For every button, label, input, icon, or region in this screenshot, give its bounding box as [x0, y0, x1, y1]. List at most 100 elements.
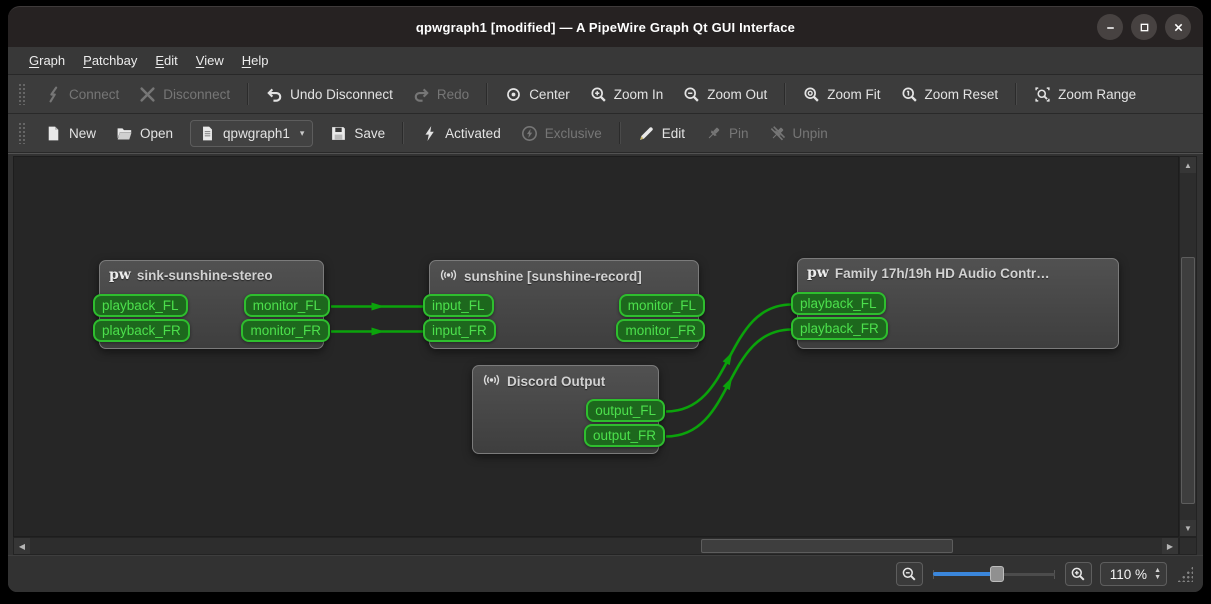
- horizontal-scrollbar[interactable]: ◀ ▶: [13, 537, 1179, 555]
- statusbar: 110 % ▲ ▼: [8, 555, 1203, 592]
- toolbar-button-label: Exclusive: [544, 125, 602, 141]
- maximize-button[interactable]: [1131, 14, 1157, 40]
- scroll-left-button[interactable]: ◀: [14, 538, 30, 554]
- port-family.playback_FL[interactable]: playback_FL: [791, 292, 886, 315]
- zoom-range-icon: [1034, 86, 1051, 103]
- toolbar-separator: [618, 122, 621, 144]
- zoom-slider[interactable]: [931, 562, 1057, 586]
- menu-view[interactable]: View: [187, 49, 233, 72]
- edit-button[interactable]: Edit: [629, 120, 694, 147]
- menu-patchbay[interactable]: Patchbay: [74, 49, 146, 72]
- port-sink.monitor_FR[interactable]: monitor_FR: [241, 319, 330, 342]
- pipewire-icon: pw: [807, 265, 829, 281]
- node-title: pw sink-sunshine-stereo: [100, 261, 323, 283]
- toolbar-button-label: Activated: [445, 125, 501, 141]
- vertical-scrollbar[interactable]: ▲ ▼: [1179, 156, 1197, 537]
- zoom-reset-button[interactable]: Zoom Reset: [892, 81, 1008, 108]
- exclusive-button[interactable]: Exclusive: [512, 120, 611, 147]
- resize-grip[interactable]: [1177, 566, 1193, 582]
- node-title: pw Family 17h/19h HD Audio Contr…: [798, 259, 1118, 281]
- new-button[interactable]: New: [36, 120, 105, 147]
- toolbar-graph: Connect Disconnect Undo Disconnect Redo Cent…: [8, 75, 1203, 114]
- zoom-out-icon: [902, 567, 916, 581]
- port-sink.monitor_FL[interactable]: monitor_FL: [243, 294, 330, 317]
- scroll-up-button[interactable]: ▲: [1180, 157, 1196, 173]
- toolbar-graph-items: Connect Disconnect Undo Disconnect Redo Cent…: [35, 81, 1146, 108]
- toolbar-separator: [247, 83, 250, 105]
- connect-icon: [45, 86, 62, 103]
- redo-button[interactable]: Redo: [404, 81, 478, 108]
- port-sunshine.input_FR[interactable]: input_FR: [423, 319, 496, 342]
- open-icon: [116, 125, 133, 142]
- window-title: qpwgraph1 [modified] — A PipeWire Graph …: [415, 19, 796, 35]
- minimize-button[interactable]: [1097, 14, 1123, 40]
- pipewire-icon: pw: [109, 267, 131, 283]
- menu-edit[interactable]: Edit: [146, 49, 186, 72]
- port-sunshine.monitor_FR[interactable]: monitor_FR: [616, 319, 705, 342]
- port-sink.playback_FR[interactable]: playback_FR: [93, 319, 190, 342]
- zoom-percent-spinbox[interactable]: 110 % ▲ ▼: [1099, 562, 1167, 586]
- app-window: qpwgraph1 [modified] — A PipeWire Graph …: [8, 6, 1203, 592]
- menubar: Graph Patchbay Edit View Help: [8, 47, 1203, 75]
- connect-button[interactable]: Connect: [36, 81, 128, 108]
- toolbar-button-label: Zoom Fit: [827, 86, 881, 102]
- toolbar-button-label: qpwgraph1: [223, 125, 290, 141]
- toolbar-button-label: Open: [140, 125, 174, 141]
- open-button[interactable]: Open: [107, 120, 182, 147]
- menu-help[interactable]: Help: [233, 49, 278, 72]
- slider-handle[interactable]: [990, 566, 1005, 582]
- spinbox-arrows[interactable]: ▲ ▼: [1154, 567, 1161, 581]
- titlebar[interactable]: qpwgraph1 [modified] — A PipeWire Graph …: [8, 7, 1203, 47]
- toolbar-button-label: Pin: [729, 125, 749, 141]
- file-icon: [199, 125, 216, 142]
- scroll-down-button[interactable]: ▼: [1180, 520, 1196, 536]
- patchbay-file-combo[interactable]: qpwgraph1 ▾: [190, 119, 314, 147]
- pin-button[interactable]: Pin: [696, 120, 758, 147]
- zoom-in-button[interactable]: [1064, 562, 1092, 586]
- activated-button[interactable]: Activated: [412, 120, 510, 147]
- toolbar-button-label: Center: [529, 86, 570, 102]
- undo-button[interactable]: Undo Disconnect: [257, 81, 402, 108]
- scroll-right-button[interactable]: ▶: [1162, 538, 1178, 554]
- spin-up-icon[interactable]: ▲: [1154, 567, 1161, 574]
- save-button[interactable]: Save: [321, 120, 394, 147]
- vertical-scrollbar-thumb[interactable]: [1181, 257, 1195, 504]
- minimize-icon: [1106, 26, 1114, 29]
- spin-down-icon[interactable]: ▼: [1154, 574, 1161, 581]
- toolbar-drag-handle[interactable]: [18, 122, 26, 144]
- toolbar-patchbay: New Open qpwgraph1 ▾ Save Activated Exclusive E…: [8, 114, 1203, 153]
- zoom-out-icon: [683, 86, 700, 103]
- unpin-icon: [769, 125, 786, 142]
- zoom-in-button[interactable]: Zoom In: [581, 81, 673, 108]
- maximize-icon: [1140, 23, 1148, 31]
- toolbar-separator: [784, 83, 787, 105]
- center-button[interactable]: Center: [496, 81, 579, 108]
- node-title-text: sunshine [sunshine-record]: [464, 269, 642, 284]
- zoom-fit-button[interactable]: Zoom Fit: [794, 81, 889, 108]
- pin-icon: [705, 125, 722, 142]
- close-icon: [1174, 23, 1182, 31]
- unpin-button[interactable]: Unpin: [760, 120, 837, 147]
- port-sunshine.monitor_FL[interactable]: monitor_FL: [618, 294, 705, 317]
- disconnect-button[interactable]: Disconnect: [130, 81, 239, 108]
- toolbar-button-label: Zoom In: [613, 86, 664, 102]
- disconnect-icon: [139, 86, 156, 103]
- port-family.playback_FR[interactable]: playback_FR: [791, 317, 888, 340]
- chevron-down-icon: ▾: [299, 127, 305, 138]
- node-title: Discord Output: [473, 366, 658, 391]
- port-sunshine.input_FL[interactable]: input_FL: [423, 294, 494, 317]
- zoom-range-button[interactable]: Zoom Range: [1025, 81, 1145, 108]
- zoom-percent-value: 110 %: [1109, 566, 1148, 582]
- horizontal-scrollbar-thumb[interactable]: [701, 539, 953, 553]
- zoom-out-button[interactable]: Zoom Out: [674, 81, 776, 108]
- canvas-view[interactable]: pw sink-sunshine-stereo playback_FL playbac…: [13, 156, 1179, 537]
- port-discord.output_FR[interactable]: output_FR: [583, 424, 665, 447]
- port-discord.output_FL[interactable]: output_FL: [586, 399, 665, 422]
- port-sink.playback_FL[interactable]: playback_FL: [93, 294, 188, 317]
- toolbar-drag-handle[interactable]: [18, 83, 26, 105]
- menu-graph[interactable]: Graph: [20, 49, 74, 72]
- close-button[interactable]: [1165, 14, 1191, 40]
- zoom-reset-icon: [901, 86, 918, 103]
- center-icon: [505, 86, 522, 103]
- zoom-out-button[interactable]: [895, 562, 923, 586]
